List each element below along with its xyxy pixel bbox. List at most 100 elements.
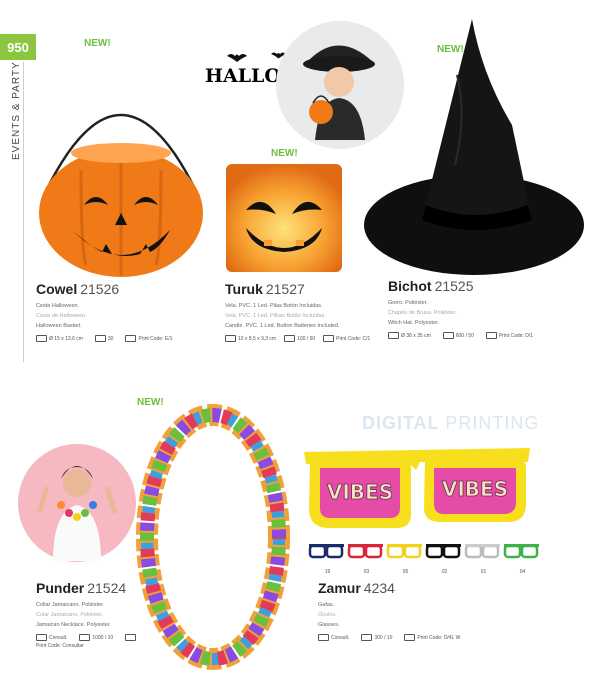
product-punder: Punder 21524 Collar Jamaicano. Poliéster.… xyxy=(36,580,186,649)
glasses-variant xyxy=(464,544,500,559)
product-code: 21527 xyxy=(265,281,305,297)
desc-line: Cesta Halloween. xyxy=(36,303,80,309)
box-icon xyxy=(361,634,373,641)
glasses-variant xyxy=(503,544,539,559)
product-title: Bichot 21525 xyxy=(388,278,588,294)
product-name: Zamur xyxy=(318,580,361,596)
qty-value: 30 xyxy=(107,335,114,342)
print-icon xyxy=(125,335,137,342)
desc-line: Halloween Basket. xyxy=(36,323,82,329)
zamur-image: VIBES VIBES xyxy=(304,448,530,528)
size-spec: 10 x 8,5 x 9,3 cm xyxy=(225,335,276,342)
product-code: 21524 xyxy=(87,580,127,596)
size-value: Consult. xyxy=(331,634,350,641)
product-specs: Ø 38 x 35 cm 600 / 50 Print Code: D/1 xyxy=(388,332,588,339)
glasses-variants: 19 03 05 02 01 04 xyxy=(308,540,568,576)
size-icon xyxy=(36,634,47,641)
desc-line: Witch Hat. Polyester. xyxy=(388,320,440,326)
size-value: Ø 38 x 35 cm xyxy=(401,332,431,339)
size-value: Ø 15 x 13,6 cm xyxy=(49,335,83,342)
qty-spec: 30 xyxy=(94,335,114,342)
size-icon xyxy=(36,335,47,342)
size-icon xyxy=(225,335,236,342)
new-badge: NEW! xyxy=(84,38,111,49)
desc-line: Candle. PVC. 1 Led. Button Batteries Inc… xyxy=(225,323,340,329)
desc-line: Gafas. xyxy=(318,602,335,608)
desc-line: Vela. PVC. 1 Led. Pilhas Botão Incluídas… xyxy=(225,313,326,319)
qty-value: 100 / 50 xyxy=(297,335,316,342)
variant-number: 04 xyxy=(519,569,526,575)
qty-spec: 600 / 50 xyxy=(442,332,474,339)
product-description: Cesta Halloween. Cesta de Halloween. Hal… xyxy=(36,301,216,331)
lens-print-right: VIBES xyxy=(442,477,508,501)
product-code: 21526 xyxy=(80,281,120,297)
variant-swatches xyxy=(308,544,539,559)
product-name: Cowel xyxy=(36,281,78,297)
qty-value: 300 / 10 xyxy=(374,634,393,641)
print-icon xyxy=(323,335,335,342)
qty-spec: 100 / 50 xyxy=(284,335,315,342)
size-value: 10 x 8,5 x 9,3 cm xyxy=(238,335,277,342)
box-icon xyxy=(442,332,454,339)
variant-number: 19 xyxy=(324,569,331,575)
desc-line: Óculos. xyxy=(318,612,337,618)
print-icon xyxy=(404,634,416,641)
lens-print-left: VIBES xyxy=(327,480,393,504)
print-value: Print Code: Consultar xyxy=(36,643,84,649)
size-icon xyxy=(318,634,329,641)
variant-number: 02 xyxy=(441,569,448,575)
product-title: Zamur 4234 xyxy=(318,580,518,596)
turuk-image xyxy=(226,164,342,272)
qty-value: 1000 / 10 xyxy=(92,634,114,641)
qty-spec: 300 / 10 xyxy=(361,634,392,641)
print-icon xyxy=(485,332,497,339)
product-code: 4234 xyxy=(363,580,395,596)
size-spec: Ø 38 x 35 cm xyxy=(388,332,431,339)
print-spec: Print Code: C/1 xyxy=(323,335,370,342)
product-specs: Consult. 1000 / 10 xyxy=(36,634,186,641)
print-value: Print Code: C/1 xyxy=(336,335,371,342)
page-number: 950 xyxy=(0,34,36,60)
size-spec: Consult. xyxy=(36,634,67,641)
box-icon xyxy=(79,634,91,641)
product-name: Punder xyxy=(36,580,85,596)
product-specs: 10 x 8,5 x 9,3 cm 100 / 50 Print Code: C… xyxy=(225,335,375,342)
size-spec: Ø 15 x 13,6 cm xyxy=(36,335,83,342)
product-description: Collar Jamaicano. Poliéster. Colar Jamai… xyxy=(36,600,186,630)
product-specs: Ø 15 x 13,6 cm 30 Print Code: E/1 xyxy=(36,335,216,342)
glasses-variant xyxy=(425,544,461,559)
product-title: Cowel 21526 xyxy=(36,281,216,297)
variant-number: 01 xyxy=(480,569,487,575)
product-code: 21525 xyxy=(434,278,474,294)
woman-photo xyxy=(18,444,136,562)
product-bichot: Bichot 21525 Gorro. Poliéster. Chapéu de … xyxy=(388,278,588,339)
product-name: Turuk xyxy=(225,281,263,297)
variant-number: 05 xyxy=(402,569,409,575)
desc-line: Colar Jamaicano. Poliéster. xyxy=(36,612,103,618)
glasses-variant xyxy=(347,544,383,559)
qty-value: 600 / 50 xyxy=(455,332,474,339)
desc-line: Gorro. Poliéster. xyxy=(388,300,428,306)
print-icon xyxy=(125,634,137,641)
section-label: EVENTS & PARTY xyxy=(11,61,22,160)
desc-line: Vela. PVC. 1 Led. Pilas Botón Incluidas. xyxy=(225,303,323,309)
product-turuk: Turuk 21527 Vela. PVC. 1 Led. Pilas Botón… xyxy=(225,281,375,342)
glasses-variant xyxy=(308,544,344,559)
product-specs: Consult. 300 / 10 Print Code: D/4L W xyxy=(318,634,518,641)
desc-line: Glasses. xyxy=(318,622,340,628)
desc-line: Jamaican Necklace. Polyester. xyxy=(36,622,111,628)
variant-numbers: 19 03 05 02 01 04 xyxy=(308,569,568,575)
bat-icon xyxy=(227,54,247,62)
product-title: Punder 21524 xyxy=(36,580,186,596)
size-value: Consult. xyxy=(49,634,68,641)
print-spec: Print Code: D/4L W xyxy=(404,634,460,641)
size-spec: Consult. xyxy=(318,634,349,641)
product-description: Gafas. Óculos. Glasses. xyxy=(318,600,518,630)
size-icon xyxy=(388,332,399,339)
digital-printing-label: DIGITAL PRINTING xyxy=(362,413,539,434)
desc-line: Cesta de Halloween. xyxy=(36,313,87,319)
print-spec: Print Code: D/1 xyxy=(485,332,533,339)
product-zamur: Zamur 4234 Gafas. Óculos. Glasses. Consul… xyxy=(318,580,518,641)
qty-spec: 1000 / 10 xyxy=(79,634,113,641)
glasses-variant xyxy=(386,544,422,559)
